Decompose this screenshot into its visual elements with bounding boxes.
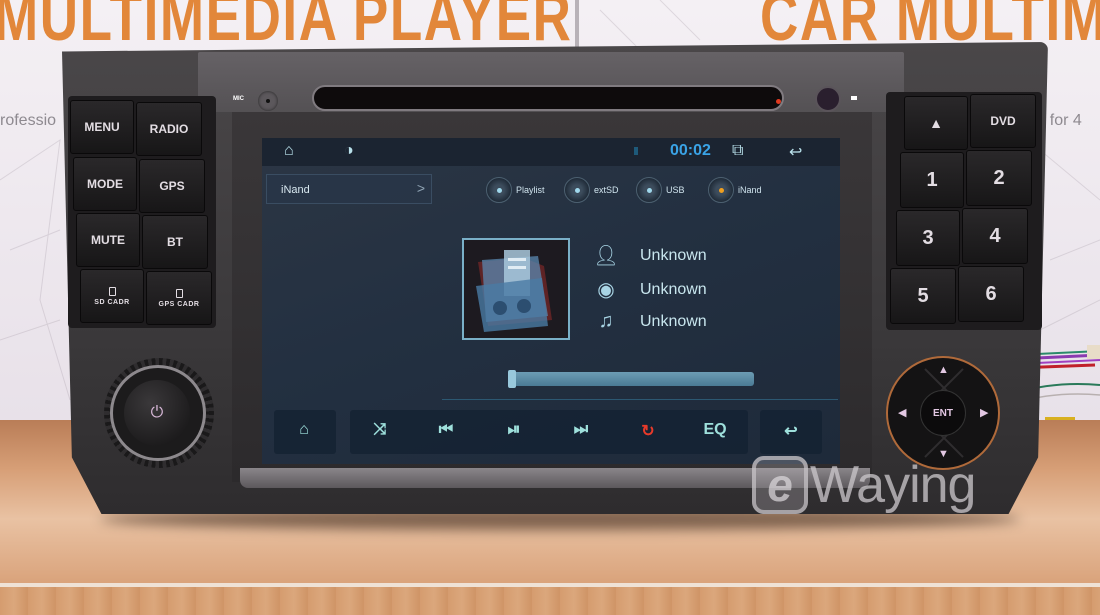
enter-button[interactable]: ENT — [920, 390, 966, 436]
source-option-usb[interactable]: USB — [636, 177, 685, 203]
radio-icon — [486, 177, 512, 203]
dpad-up-button[interactable]: ▲ — [938, 364, 949, 376]
eject-icon: ▲ — [929, 115, 943, 131]
play-pause-button[interactable]: ⏯ — [494, 421, 534, 439]
source-option-inand[interactable]: iNand — [708, 177, 762, 203]
menu-button[interactable]: MENU — [70, 100, 134, 154]
preset-5-button[interactable]: 5 — [890, 268, 956, 324]
gps-button-label: GPS — [159, 179, 185, 193]
dpad-left-button[interactable]: ◀ — [898, 406, 906, 419]
album-name: Unknown — [640, 280, 707, 298]
source-option-label: iNand — [738, 185, 762, 195]
power-icon: ⏻ — [150, 404, 164, 421]
divider-line — [442, 399, 838, 400]
watermark-text: Waying — [810, 456, 976, 514]
home-icon[interactable]: ⌂ — [284, 142, 294, 160]
title-row: ♫ Unknown — [592, 310, 707, 333]
source-selector[interactable]: iNand > — [266, 174, 432, 204]
playback-controls — [350, 410, 748, 454]
radio-button[interactable]: RADIO — [136, 102, 202, 156]
music-folder-icon — [464, 240, 568, 338]
back-icon[interactable]: ↩ — [789, 142, 802, 162]
back-arrow-icon[interactable]: ↩ — [771, 421, 811, 441]
bt-button-label: BT — [167, 235, 183, 249]
ir-label — [851, 96, 857, 100]
album-art — [462, 238, 570, 340]
brightness-icon[interactable]: ◑ — [344, 142, 354, 160]
ir-sensor-icon — [815, 86, 841, 112]
eject-button[interactable]: ▲ — [904, 96, 968, 150]
mode-button[interactable]: MODE — [73, 157, 137, 211]
status-bar: ⌂ ◑ 00:02 ⧉ ↩ — [262, 138, 840, 166]
source-current: iNand — [281, 184, 310, 196]
preset-5-label: 5 — [917, 284, 929, 307]
radio-icon — [564, 177, 590, 203]
sd-card-icon — [108, 286, 116, 296]
preset-2-label: 2 — [993, 166, 1005, 189]
preset-4-label: 4 — [989, 224, 1001, 247]
dpad-right-button[interactable]: ▶ — [980, 406, 988, 419]
artist-icon: 👤︎ — [593, 245, 619, 267]
sd-card-button-label: SD CADR — [94, 298, 130, 306]
source-option-playlist[interactable]: Playlist — [486, 177, 545, 203]
track-title: Unknown — [640, 312, 707, 330]
preset-4-button[interactable]: 4 — [962, 208, 1028, 264]
watermark: e Waying — [752, 455, 976, 515]
gps-card-icon — [175, 288, 183, 298]
music-note-icon: ♫ — [598, 310, 614, 332]
banner-subtitle-left: rofessio — [0, 112, 57, 129]
gps-card-button[interactable]: GPS CADR — [146, 271, 212, 325]
mic-label: MIC — [233, 96, 244, 102]
recent-apps-icon[interactable]: ⧉ — [732, 142, 743, 160]
preset-6-label: 6 — [985, 282, 997, 305]
progress-bar[interactable] — [508, 372, 754, 386]
gps-button[interactable]: GPS — [139, 159, 205, 213]
signal-icon — [634, 147, 638, 155]
repeat-button[interactable]: ↻ — [628, 421, 668, 441]
dvd-button[interactable]: DVD — [970, 94, 1036, 148]
next-button[interactable]: ⏭ — [561, 421, 601, 439]
preset-1-button[interactable]: 1 — [900, 152, 964, 208]
bt-button[interactable]: BT — [142, 215, 208, 269]
source-option-extsd[interactable]: extSD — [564, 177, 619, 203]
touch-screen: ⌂ ◑ 00:02 ⧉ ↩ iNand > Playlist extSD USB… — [262, 138, 840, 464]
source-option-label: Playlist — [516, 185, 545, 195]
preset-2-button[interactable]: 2 — [966, 150, 1032, 206]
sd-card-button[interactable]: SD CADR — [80, 269, 144, 323]
mic-icon — [258, 91, 278, 111]
chevron-right-icon: > — [416, 180, 425, 196]
progress-thumb[interactable] — [508, 370, 516, 388]
artist-row: 👤︎ Unknown — [592, 243, 707, 268]
previous-button[interactable]: ⏮ — [426, 421, 466, 439]
mute-button-label: MUTE — [91, 233, 125, 247]
preset-1-label: 1 — [926, 168, 938, 191]
preset-3-label: 3 — [922, 226, 934, 249]
mute-button[interactable]: MUTE — [76, 213, 140, 267]
waying-logo-icon: e — [752, 456, 808, 514]
gps-card-button-label: GPS CADR — [158, 300, 200, 308]
menu-button-label: MENU — [84, 120, 120, 134]
eq-button[interactable]: EQ — [695, 421, 735, 439]
slot-led-icon — [776, 99, 781, 104]
source-option-label: extSD — [594, 185, 619, 195]
artist-name: Unknown — [640, 246, 707, 264]
preset-3-button[interactable]: 3 — [896, 210, 960, 266]
preset-6-button[interactable]: 6 — [958, 266, 1024, 322]
shuffle-button[interactable]: ⤨ — [360, 421, 400, 439]
album-row: ◉ Unknown — [592, 277, 707, 302]
radio-selected-icon — [708, 177, 734, 203]
source-option-label: USB — [666, 185, 685, 195]
disc-slot[interactable] — [312, 85, 784, 111]
power-button[interactable]: ⏻ — [124, 380, 190, 446]
clock: 00:02 — [670, 142, 711, 159]
mode-button-label: MODE — [87, 177, 123, 191]
table-front — [0, 587, 1100, 615]
home-icon[interactable]: ⌂ — [284, 421, 324, 439]
dvd-button-label: DVD — [990, 114, 1016, 128]
disc-icon: ◉ — [597, 279, 615, 301]
radio-icon — [636, 177, 662, 203]
radio-button-label: RADIO — [149, 122, 189, 136]
